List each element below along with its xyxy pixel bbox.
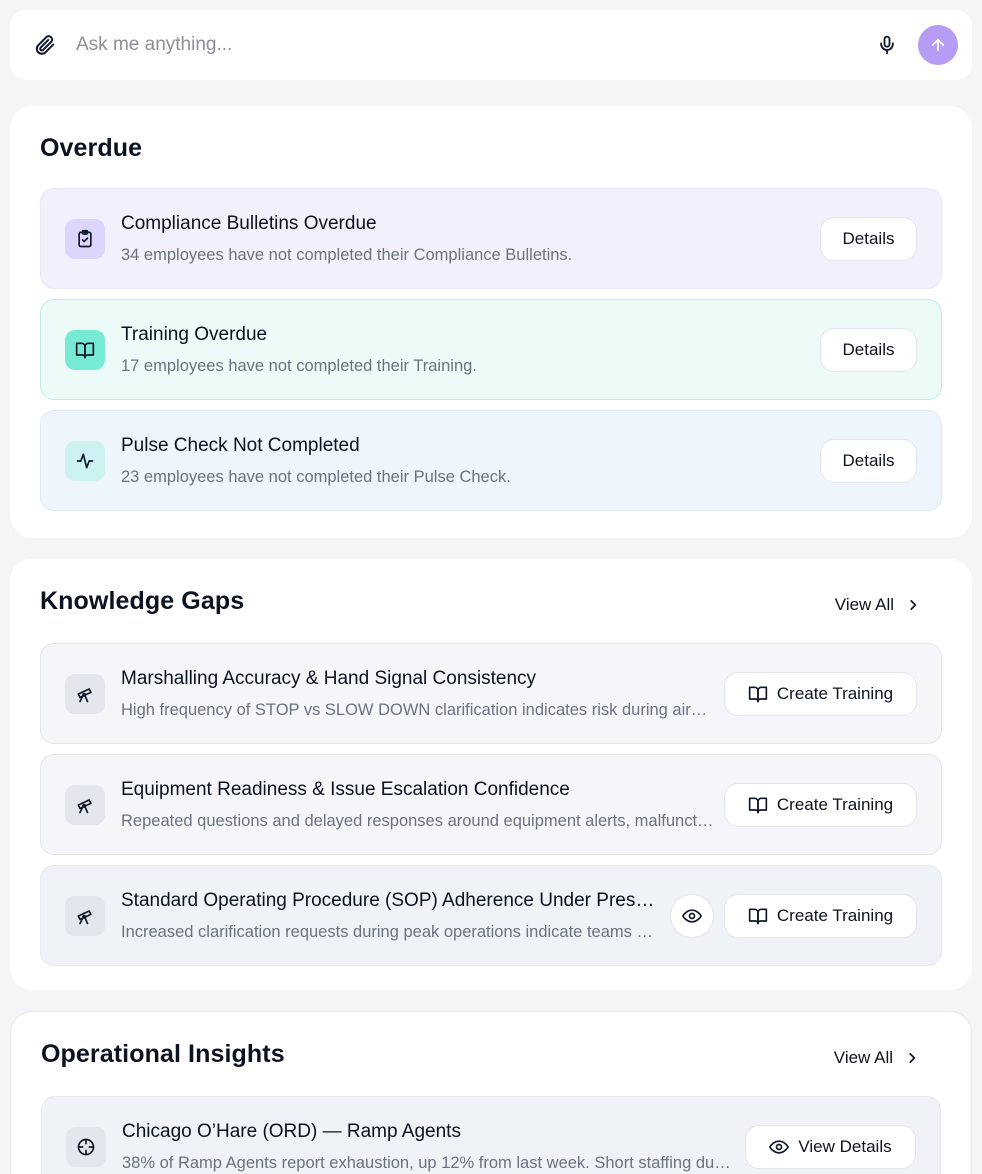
knowledge-gaps-section: Knowledge Gaps View All Marshalling Accu… — [10, 559, 972, 990]
item-text: Equipment Readiness & Issue Escalation C… — [121, 779, 714, 831]
item-description: Repeated questions and delayed responses… — [121, 811, 714, 830]
overdue-item: Training Overdue 17 employees have not c… — [40, 299, 942, 400]
view-all-label: View All — [834, 595, 894, 614]
telescope-icon — [65, 895, 105, 936]
clipboard-check-icon — [65, 218, 105, 259]
section-title: Overdue — [40, 133, 143, 162]
open-book-icon — [65, 329, 105, 370]
item-description: 34 employees have not completed their Co… — [121, 245, 573, 264]
knowledge-gaps-header: Knowledge Gaps View All — [40, 559, 942, 643]
button-label: Create Training — [776, 683, 894, 703]
eye-icon — [682, 908, 702, 923]
eye-icon — [769, 1139, 790, 1154]
pulse-icon — [65, 440, 105, 481]
chevron-right-icon — [909, 1053, 916, 1063]
paperclip-icon[interactable] — [34, 34, 56, 56]
create-training-button[interactable]: Create Training — [724, 782, 917, 827]
item-title: Pulse Check Not Completed — [121, 434, 360, 456]
button-label: Create Training — [776, 905, 894, 925]
knowledge-gap-item: Marshalling Accuracy & Hand Signal Consi… — [40, 643, 942, 744]
button-label: Create Training — [776, 794, 894, 814]
item-description: 38% of Ramp Agents report exhaustion, up… — [122, 1153, 731, 1172]
item-title: Marshalling Accuracy & Hand Signal Consi… — [121, 667, 537, 689]
item-title: Equipment Readiness & Issue Escalation C… — [121, 778, 570, 800]
view-all-link[interactable]: View All — [834, 1040, 941, 1068]
view-all-link[interactable]: View All — [835, 587, 942, 615]
create-training-button[interactable]: Create Training — [724, 893, 917, 938]
operational-insights-section: Operational Insights View All Chicago O’… — [10, 1011, 972, 1174]
button-label: View Details — [798, 1136, 892, 1156]
telescope-icon — [65, 673, 105, 714]
item-title: Training Overdue — [121, 323, 268, 345]
knowledge-gap-item: Standard Operating Procedure (SOP) Adher… — [40, 865, 942, 966]
item-text: Standard Operating Procedure (SOP) Adher… — [121, 890, 656, 942]
insight-item: Chicago O’Hare (ORD) — Ramp Agents 38% o… — [41, 1096, 941, 1174]
item-description: High frequency of STOP vs SLOW DOWN clar… — [121, 700, 714, 719]
section-title: Knowledge Gaps — [40, 586, 245, 615]
view-details-button[interactable]: View Details — [745, 1124, 916, 1169]
knowledge-gap-item: Equipment Readiness & Issue Escalation C… — [40, 754, 942, 855]
arrow-up-icon — [931, 38, 945, 52]
dashboard-page: Overdue Compliance Bulletins Overdue 34 … — [0, 0, 982, 1174]
overdue-item: Compliance Bulletins Overdue 34 employee… — [40, 188, 942, 289]
view-all-label: View All — [833, 1048, 893, 1067]
microphone-icon[interactable] — [874, 32, 900, 58]
overdue-section: Overdue Compliance Bulletins Overdue 34 … — [10, 106, 972, 538]
details-button[interactable]: Details — [820, 216, 917, 261]
crosshair-icon — [66, 1126, 106, 1167]
open-book-icon — [748, 797, 768, 813]
item-text: Marshalling Accuracy & Hand Signal Consi… — [121, 668, 714, 720]
item-title: Chicago O’Hare (ORD) — Ramp Agents — [122, 1120, 461, 1142]
item-text: Chicago O’Hare (ORD) — Ramp Agents 38% o… — [122, 1121, 731, 1173]
details-button[interactable]: Details — [820, 327, 917, 372]
create-training-button[interactable]: Create Training — [724, 671, 917, 716]
section-title: Operational Insights — [41, 1039, 285, 1068]
item-description: Increased clarification requests during … — [121, 922, 656, 941]
item-description: 23 employees have not completed their Pu… — [121, 467, 511, 486]
open-book-icon — [748, 908, 768, 924]
open-book-icon — [748, 686, 768, 702]
operational-insights-header: Operational Insights View All — [41, 1012, 941, 1096]
chat-input-bar — [10, 10, 972, 80]
preview-button[interactable] — [670, 893, 714, 938]
chat-input[interactable] — [76, 34, 874, 56]
item-text: Training Overdue 17 employees have not c… — [121, 324, 808, 376]
send-button[interactable] — [918, 25, 958, 65]
overdue-header: Overdue — [40, 106, 942, 188]
item-text: Compliance Bulletins Overdue 34 employee… — [121, 213, 808, 265]
item-description: 17 employees have not completed their Tr… — [121, 356, 477, 375]
item-title: Standard Operating Procedure (SOP) Adher… — [121, 889, 656, 911]
overdue-item: Pulse Check Not Completed 23 employees h… — [40, 410, 942, 511]
details-button[interactable]: Details — [820, 438, 917, 483]
chevron-right-icon — [910, 600, 917, 610]
item-text: Pulse Check Not Completed 23 employees h… — [121, 435, 808, 487]
item-title: Compliance Bulletins Overdue — [121, 212, 377, 234]
telescope-icon — [65, 784, 105, 825]
